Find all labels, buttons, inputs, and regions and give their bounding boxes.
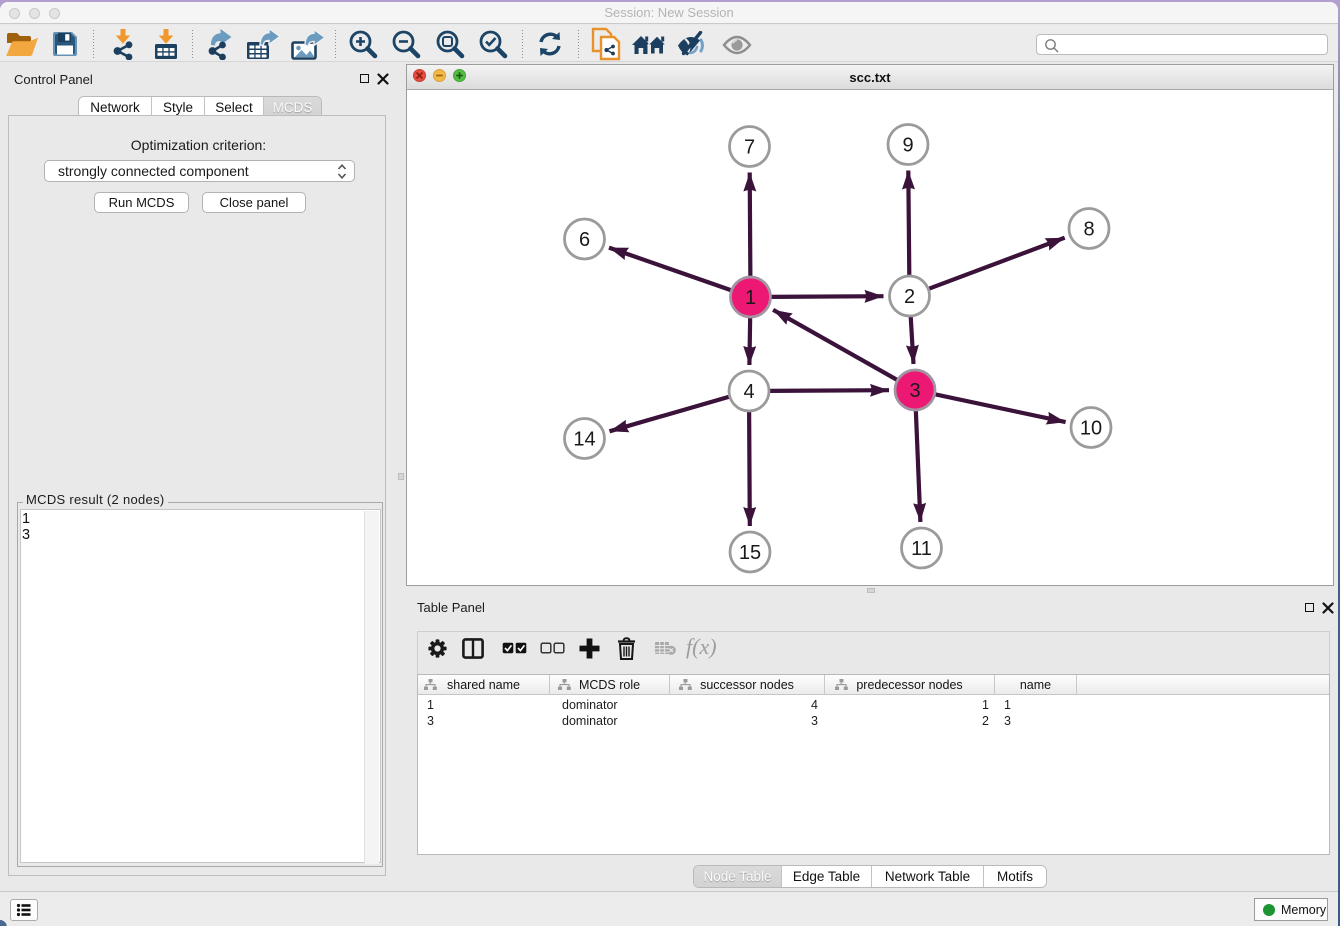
svg-text:10: 10: [1080, 418, 1102, 440]
svg-text:2: 2: [904, 286, 915, 308]
svg-text:4: 4: [743, 381, 754, 403]
svg-text:14: 14: [573, 429, 595, 451]
svg-text:9: 9: [902, 135, 913, 157]
svg-text:15: 15: [739, 542, 761, 564]
svg-text:8: 8: [1083, 219, 1094, 241]
svg-text:3: 3: [909, 380, 920, 402]
svg-text:7: 7: [744, 137, 755, 159]
svg-text:11: 11: [911, 538, 932, 560]
svg-text:6: 6: [579, 229, 590, 251]
svg-text:1: 1: [745, 287, 756, 309]
